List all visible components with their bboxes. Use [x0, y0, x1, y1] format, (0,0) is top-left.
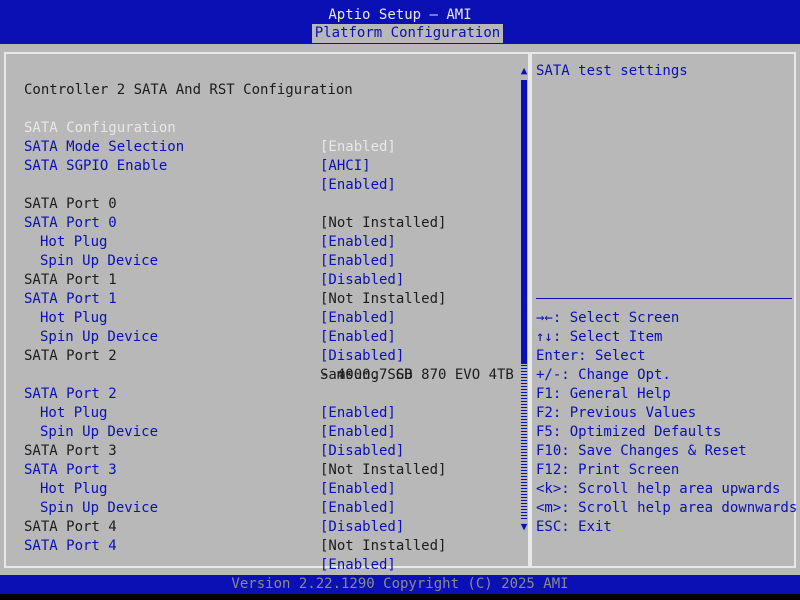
- setting-label: SATA Port 4: [24, 538, 117, 554]
- info-row-sata-port-2: SATA Port 2 Samsung SSD 870 EVO 4TB: [0, 328, 520, 383]
- key-hint: <k>: Scroll help area upwards: [536, 481, 781, 497]
- section-title-text: Controller 2 SATA And RST Configuration: [24, 82, 353, 98]
- header-bar: Aptio Setup – AMI Platform Configuration: [0, 0, 800, 44]
- key-hint: ESC: Exit: [536, 519, 612, 535]
- footer-bar: Version 2.22.1290 Copyright (C) 2025 AMI: [0, 575, 800, 594]
- version-text: Version 2.22.1290 Copyright (C) 2025 AMI: [231, 576, 569, 592]
- tab-platform-configuration[interactable]: Platform Configuration: [312, 24, 503, 43]
- info-row-sata-port-3: SATA Port 3 [Not Installed]: [0, 423, 520, 478]
- setting-row-sata-port-2[interactable]: SATA Port 2 [Enabled]: [0, 366, 520, 421]
- setting-label: SATA SGPIO Enable: [24, 158, 168, 174]
- setting-row-hot-plug-0[interactable]: Hot Plug [Enabled]: [0, 214, 520, 269]
- setting-row-spin-up-device-1[interactable]: Spin Up Device [Disabled]: [0, 309, 520, 364]
- info-row-sata-port-1: SATA Port 1 [Not Installed]: [0, 252, 520, 307]
- key-hint: Enter: Select: [536, 348, 646, 364]
- setting-row-hot-plug-1[interactable]: Hot Plug [Enabled]: [0, 290, 520, 345]
- setting-row-sata-port-4[interactable]: SATA Port 4 [Enabled]: [0, 518, 520, 573]
- app-title: Aptio Setup – AMI: [328, 7, 472, 23]
- help-text: SATA test settings: [536, 63, 688, 79]
- section-title: Controller 2 SATA And RST Configuration: [0, 62, 520, 98]
- setting-value[interactable]: [Enabled]: [320, 556, 396, 575]
- help-separator: [536, 298, 792, 299]
- setting-row-sata-port-3[interactable]: SATA Port 3 [Enabled]: [0, 442, 520, 497]
- key-hint: →←: Select Screen: [536, 310, 680, 326]
- info-row-sata-port-4: SATA Port 4 [Not Installed]: [0, 499, 520, 554]
- key-hint: F2: Previous Values: [536, 405, 697, 421]
- setting-row-spin-up-device-2[interactable]: Spin Up Device [Disabled]: [0, 404, 520, 459]
- scrollbar[interactable]: ▲ ▼: [519, 64, 529, 536]
- setting-row-sata-mode-selection[interactable]: SATA Mode Selection [AHCI]: [0, 119, 520, 174]
- info-row-sata-port-2-cont: - 4000.7 GB: [0, 347, 520, 383]
- setting-row-spin-up-device-3[interactable]: Spin Up Device [Disabled]: [0, 480, 520, 535]
- setting-row-sata-port-0[interactable]: SATA Port 0 [Enabled]: [0, 195, 520, 250]
- bios-screen: Aptio Setup – AMI Platform Configuration…: [0, 0, 800, 600]
- key-hint: +/-: Change Opt.: [536, 367, 671, 383]
- setting-value[interactable]: [AHCI]: [320, 157, 371, 176]
- scroll-up-arrow-icon[interactable]: ▲: [519, 64, 529, 78]
- setting-row-hot-plug-3[interactable]: Hot Plug [Enabled]: [0, 461, 520, 516]
- setting-row-sata-configuration[interactable]: SATA Configuration [Enabled]: [0, 100, 520, 155]
- scroll-down-arrow-icon[interactable]: ▼: [519, 520, 529, 534]
- info-value: [Not Installed]: [320, 538, 447, 554]
- key-hint: F1: General Help: [536, 386, 671, 402]
- setting-row-sata-port-1[interactable]: SATA Port 1 [Enabled]: [0, 271, 520, 326]
- key-hint: ↑↓: Select Item: [536, 329, 663, 345]
- scroll-thumb[interactable]: [521, 80, 527, 364]
- key-hint: F5: Optimized Defaults: [536, 424, 722, 440]
- setting-row-sata-sgpio-enable[interactable]: SATA SGPIO Enable [Enabled]: [0, 138, 520, 193]
- setting-row-spin-up-device-0[interactable]: Spin Up Device [Disabled]: [0, 233, 520, 288]
- key-hint: F12: Print Screen: [536, 462, 680, 478]
- key-hint: <m>: Scroll help area downwards: [536, 500, 798, 516]
- key-hint: F10: Save Changes & Reset: [536, 443, 747, 459]
- setting-row-hot-plug-2[interactable]: Hot Plug [Enabled]: [0, 385, 520, 440]
- info-row-sata-port-0: SATA Port 0 [Not Installed]: [0, 176, 520, 231]
